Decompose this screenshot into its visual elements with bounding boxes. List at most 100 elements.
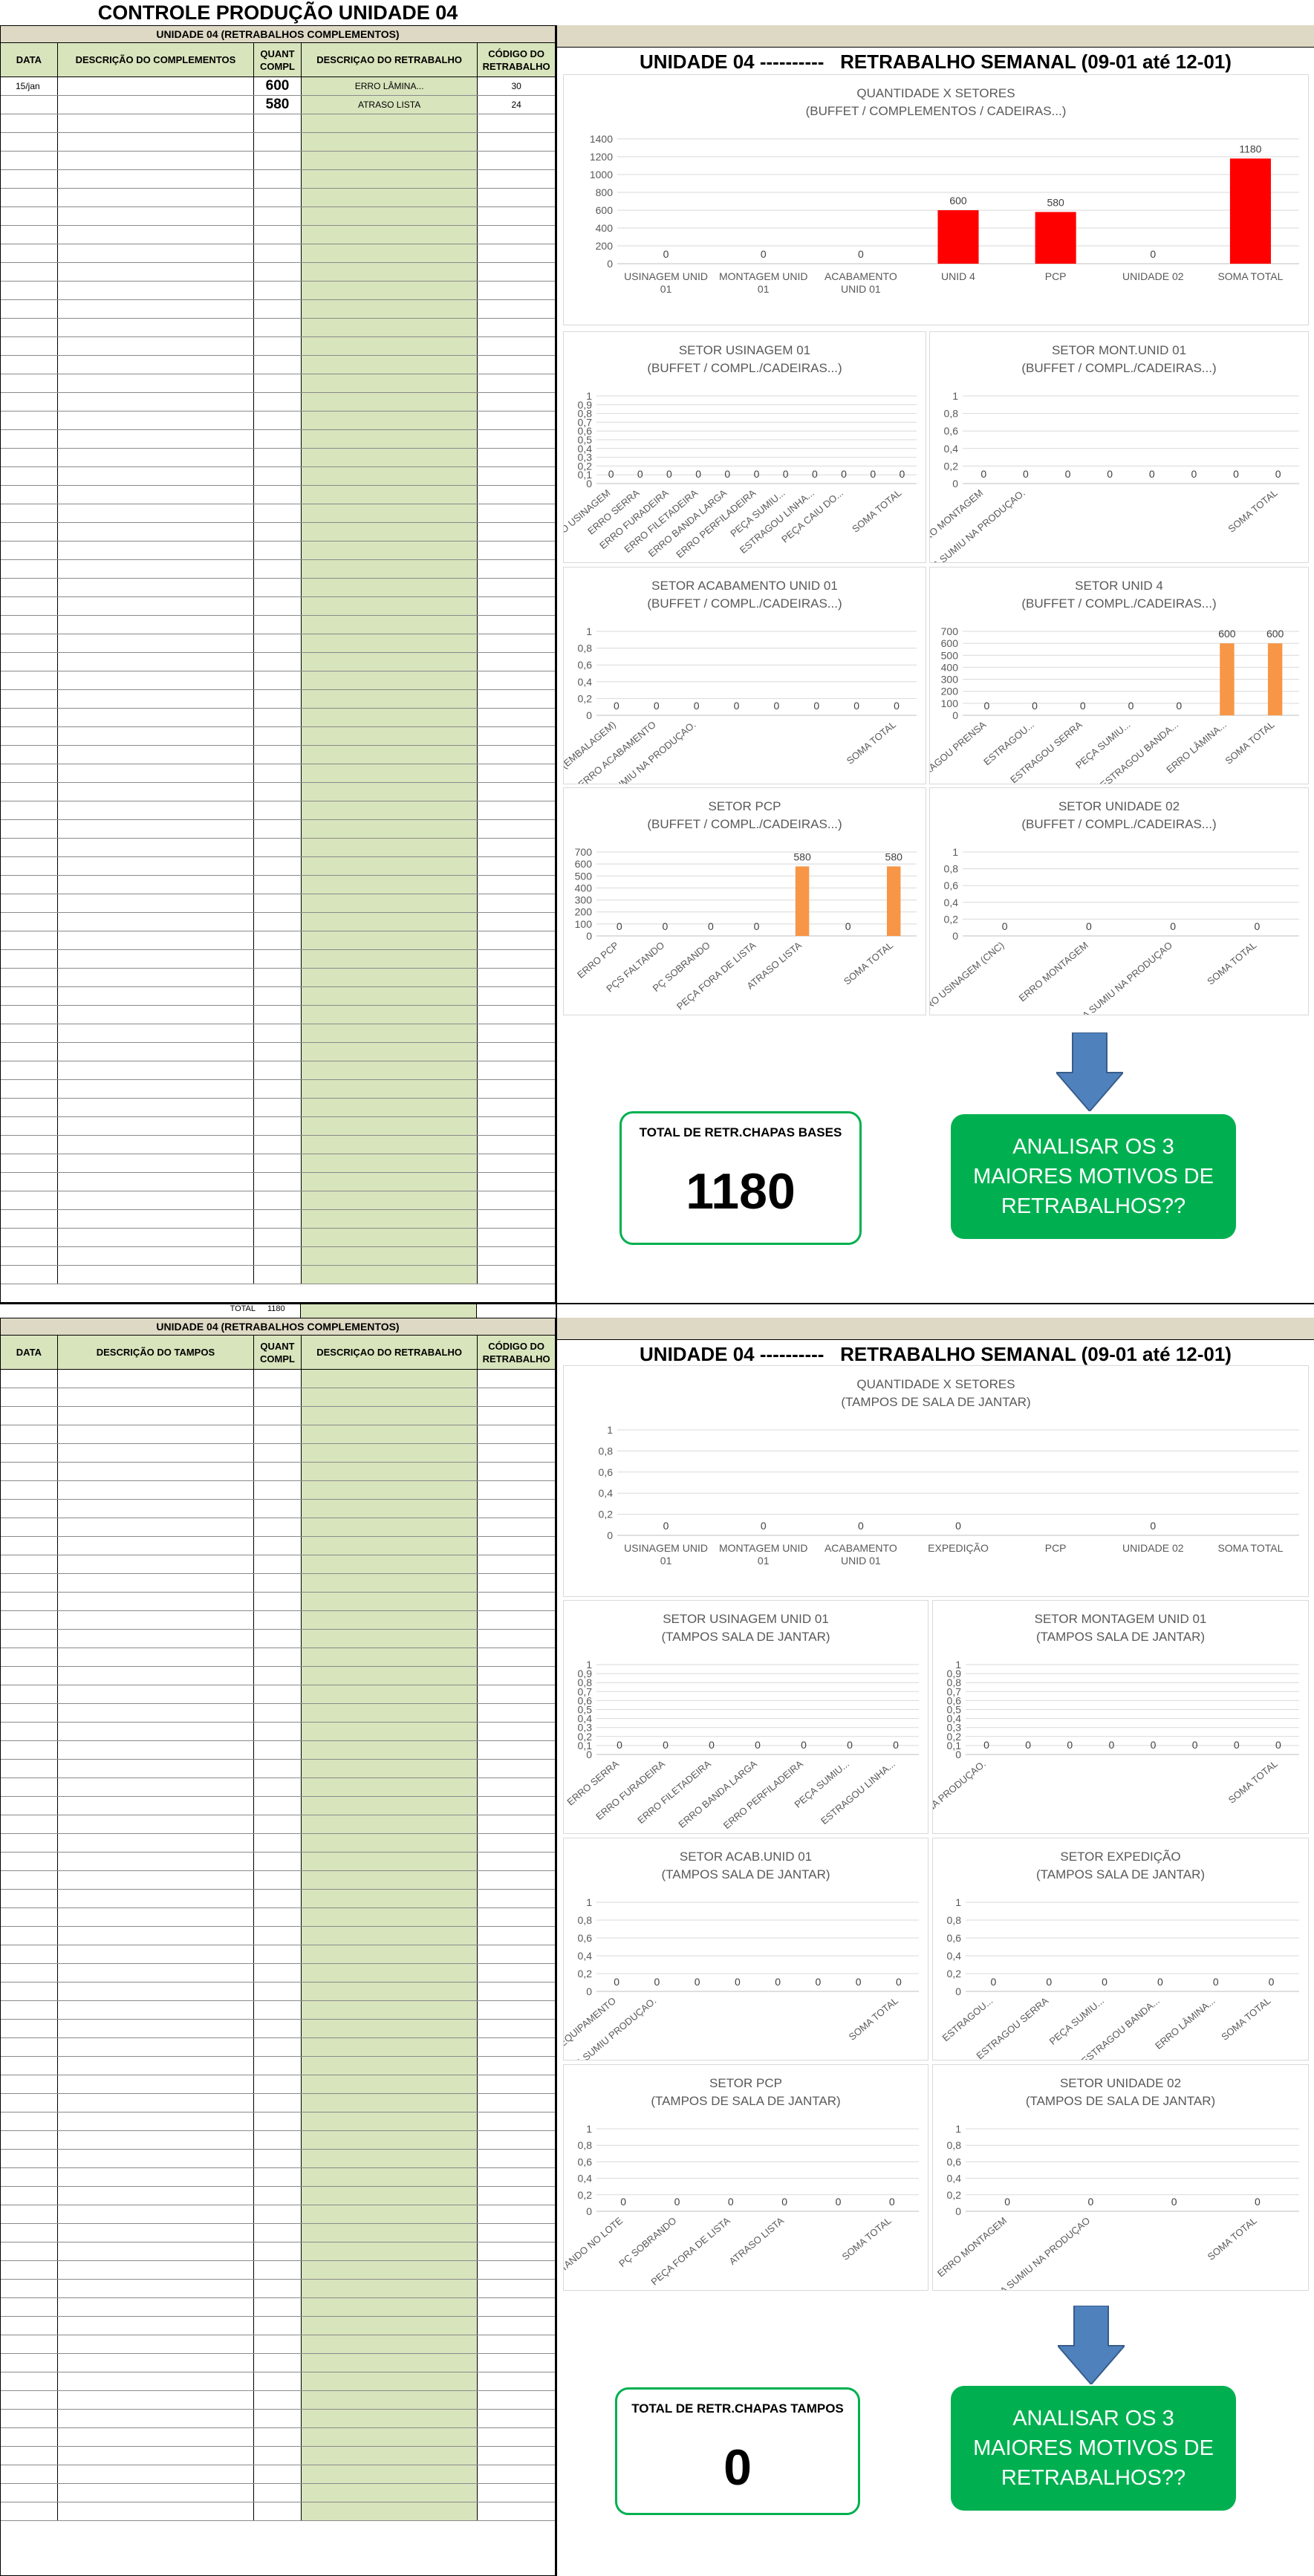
table-cell[interactable] <box>301 634 478 652</box>
table-cell[interactable] <box>58 467 255 485</box>
table-cell[interactable] <box>1 1136 58 1154</box>
table-cell[interactable] <box>478 1154 555 1172</box>
table-row[interactable] <box>1 2075 555 2094</box>
table-cell[interactable] <box>478 1500 555 1518</box>
table-row[interactable] <box>1 616 555 634</box>
table-row[interactable] <box>1 523 555 541</box>
table-cell[interactable] <box>1 616 58 634</box>
table-cell[interactable] <box>301 412 478 429</box>
table-cell[interactable] <box>1 2150 58 2167</box>
table-cell[interactable] <box>301 244 478 262</box>
table-cell[interactable] <box>478 579 555 596</box>
table-cell[interactable] <box>478 671 555 689</box>
table-cell[interactable] <box>478 1778 555 1796</box>
table-row[interactable] <box>1 2261 555 2280</box>
table-cell[interactable] <box>478 1425 555 1443</box>
table-row[interactable] <box>1 1444 555 1463</box>
table-row[interactable] <box>1 783 555 801</box>
table-cell[interactable] <box>301 1444 478 1462</box>
table-cell[interactable] <box>58 1425 255 1443</box>
table-cell[interactable] <box>1 2020 58 2037</box>
table-cell[interactable] <box>1 2057 58 2075</box>
table-cell[interactable] <box>1 1444 58 1462</box>
table-cell[interactable] <box>1 263 58 281</box>
table-cell[interactable] <box>1 244 58 262</box>
table-cell[interactable] <box>254 337 302 355</box>
table-cell[interactable] <box>301 2447 478 2465</box>
table-cell[interactable] <box>301 1871 478 1889</box>
table-cell[interactable] <box>254 2205 302 2223</box>
table-row[interactable] <box>1 746 555 764</box>
table-row[interactable] <box>1 412 555 430</box>
table-cell[interactable] <box>1 337 58 355</box>
table-row[interactable] <box>1 2502 555 2521</box>
table-cell[interactable] <box>254 1815 302 1833</box>
table-cell[interactable] <box>301 189 478 206</box>
table-cell[interactable] <box>58 1136 255 1154</box>
table-cell[interactable] <box>254 2410 302 2427</box>
table-cell[interactable] <box>478 634 555 652</box>
table-cell[interactable] <box>478 1667 555 1685</box>
table-cell[interactable] <box>1 1024 58 1042</box>
table-cell[interactable] <box>254 579 302 596</box>
table-cell[interactable] <box>478 801 555 819</box>
table-cell[interactable] <box>254 876 302 894</box>
table-cell[interactable] <box>478 1518 555 1536</box>
table-row[interactable] <box>1 1890 555 1908</box>
table-cell[interactable] <box>58 1407 255 1425</box>
table-cell[interactable] <box>58 1964 255 1982</box>
table-cell[interactable] <box>254 2001 302 2019</box>
table-cell[interactable] <box>58 1927 255 1945</box>
table-cell[interactable] <box>254 616 302 634</box>
table-row[interactable] <box>1 1574 555 1593</box>
table-cell[interactable] <box>301 2112 478 2130</box>
table-row[interactable] <box>1 876 555 894</box>
table-row[interactable] <box>1 2242 555 2261</box>
table-cell[interactable] <box>301 579 478 596</box>
table-cell[interactable] <box>1 300 58 318</box>
table-cell[interactable] <box>301 969 478 986</box>
table-cell[interactable] <box>478 2465 555 2483</box>
table-cell[interactable] <box>254 1760 302 1777</box>
table-cell[interactable] <box>478 709 555 726</box>
table-cell[interactable] <box>478 1444 555 1462</box>
table-cell[interactable] <box>478 226 555 244</box>
table-cell[interactable] <box>1 467 58 485</box>
table-cell[interactable] <box>478 282 555 299</box>
table-cell[interactable] <box>58 1630 255 1648</box>
table-cell[interactable] <box>301 1518 478 1536</box>
table-cell[interactable] <box>301 1853 478 1870</box>
table-row[interactable] <box>1 1024 555 1043</box>
table-cell[interactable] <box>58 857 255 875</box>
table-cell[interactable] <box>254 2354 302 2372</box>
table-cell[interactable] <box>301 1388 478 1406</box>
table-row[interactable] <box>1 282 555 300</box>
table-cell[interactable] <box>58 2131 255 2149</box>
table-cell[interactable] <box>301 1815 478 1833</box>
table-row[interactable] <box>1 449 555 467</box>
table-cell[interactable] <box>1 1815 58 1833</box>
table-cell[interactable] <box>58 2150 255 2167</box>
table-cell[interactable] <box>478 2428 555 2446</box>
table-row[interactable] <box>1 894 555 913</box>
table-cell[interactable] <box>58 1685 255 1703</box>
cell-date[interactable] <box>1 96 58 114</box>
table-cell[interactable] <box>1 1778 58 1796</box>
table-cell[interactable] <box>58 913 255 931</box>
table-cell[interactable] <box>254 1555 302 1573</box>
table-row[interactable] <box>1 1760 555 1778</box>
table-cell[interactable] <box>478 2075 555 2093</box>
table-cell[interactable] <box>301 690 478 708</box>
table-row[interactable] <box>1 2112 555 2131</box>
table-cell[interactable] <box>1 1191 58 1209</box>
table-cell[interactable] <box>1 374 58 392</box>
table-cell[interactable] <box>58 839 255 856</box>
table-cell[interactable] <box>58 764 255 782</box>
table-cell[interactable] <box>254 1834 302 1852</box>
table-cell[interactable] <box>301 2317 478 2335</box>
table-cell[interactable] <box>254 2150 302 2167</box>
table-cell[interactable] <box>254 1388 302 1406</box>
table-cell[interactable] <box>254 1500 302 1518</box>
table-cell[interactable] <box>254 764 302 782</box>
table-cell[interactable] <box>478 1136 555 1154</box>
